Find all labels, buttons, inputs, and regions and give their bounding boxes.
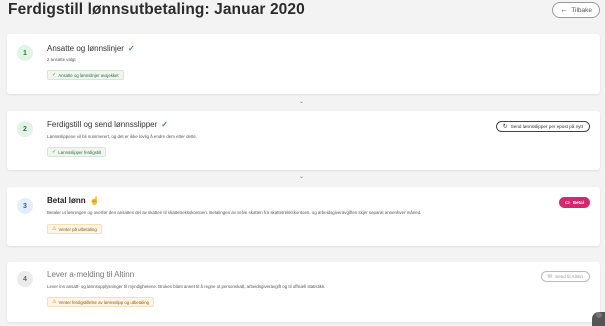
- step-description-3: Betaler ut lønningen og overfør den ansa…: [47, 210, 422, 215]
- step-description-2: Lønnsslippene vil bli nummerert, og det …: [47, 134, 198, 139]
- avatar-head-icon: [596, 312, 602, 318]
- step-title-4: Lever a-melding til Altinn: [47, 270, 134, 279]
- step-description-1: 2 ansatte valgt: [47, 57, 76, 62]
- back-button[interactable]: ← Tilbake: [552, 2, 600, 18]
- page-title: Ferdigstill lønnsutbetaling: Januar 2020: [8, 1, 305, 18]
- check-icon: ✓: [127, 44, 135, 53]
- status-badge-2: ✓ Lønnsslipper ferdigstilt: [47, 147, 107, 157]
- step-title-3: Betal lønn ☝: [47, 196, 100, 205]
- status-badge-4: ⚠ Venter ferdigstillelse av lønnsslipp o…: [47, 297, 155, 307]
- back-button-label: Tilbake: [571, 6, 592, 14]
- step-number-3: 3: [17, 198, 33, 214]
- step-description-4: Lever inn ansatt- og lønnsopplysninger t…: [47, 284, 326, 289]
- step-card-4: 4 Lever a-melding til Altinn Lever inn a…: [7, 262, 600, 322]
- send-to-altinn-button[interactable]: ✉ Send til Altinn: [540, 271, 590, 282]
- status-badge-label: Ansatte og lønnslinjer avsjekket: [58, 72, 119, 78]
- check-icon: ✓: [52, 149, 57, 155]
- chevron-down-icon: ⌄: [299, 174, 305, 180]
- chevron-down-icon: ⌄: [299, 99, 305, 105]
- status-badge-label: Venter på utbetaling: [58, 226, 97, 232]
- step-title-text: Ferdigstill og send lønnsslipper: [47, 120, 158, 129]
- step-card-3: 3 Betal lønn ☝ Betaler ut lønningen og o…: [7, 187, 600, 246]
- refresh-icon: ↻: [502, 124, 508, 130]
- step-title-2: Ferdigstill og send lønnsslipper ✓: [47, 120, 168, 129]
- step-card-2: 2 Ferdigstill og send lønnsslipper ✓ Løn…: [7, 111, 600, 170]
- step-title-text: Betal lønn: [47, 196, 86, 205]
- step-title-text: Lever a-melding til Altinn: [47, 270, 135, 279]
- envelope-icon: ✉: [547, 273, 553, 280]
- warning-icon: ⚠: [52, 299, 57, 305]
- arrow-left-icon: ←: [560, 5, 569, 14]
- step-number-4: 4: [17, 271, 33, 287]
- hand-pointer-icon: ☝: [89, 196, 100, 205]
- step-number-2: 2: [17, 121, 33, 137]
- warning-icon: ⚠: [52, 226, 57, 232]
- step-title-1: Ansatte og lønnslinjer ✓: [47, 44, 135, 53]
- status-badge-3: ⚠ Venter på utbetaling: [47, 224, 102, 234]
- status-badge-label: Venter ferdigstillelse av lønnsslipp og …: [58, 299, 150, 305]
- status-badge-1: ✓ Ansatte og lønnslinjer avsjekket: [47, 70, 124, 80]
- check-icon: ✓: [52, 72, 57, 78]
- step-number-1: 1: [17, 45, 33, 61]
- money-icon: ▭: [565, 199, 570, 206]
- step-title-text: Ansatte og lønnslinjer: [47, 44, 124, 53]
- status-badge-label: Lønnsslipper ferdigstilt: [58, 149, 102, 155]
- resend-payslips-button[interactable]: ↻ Send lønnsslipper per epost på nytt: [495, 121, 590, 132]
- pay-button[interactable]: ▭ Betal: [559, 197, 590, 208]
- send-to-altinn-label: Send til Altinn: [555, 274, 583, 279]
- check-icon: ✓: [161, 120, 168, 129]
- resend-payslips-label: Send lønnsslipper per epost på nytt: [510, 124, 583, 129]
- step-card-1: 1 Ansatte og lønnslinjer ✓ 2 ansatte val…: [7, 34, 600, 94]
- pay-button-label: Betal: [572, 200, 584, 205]
